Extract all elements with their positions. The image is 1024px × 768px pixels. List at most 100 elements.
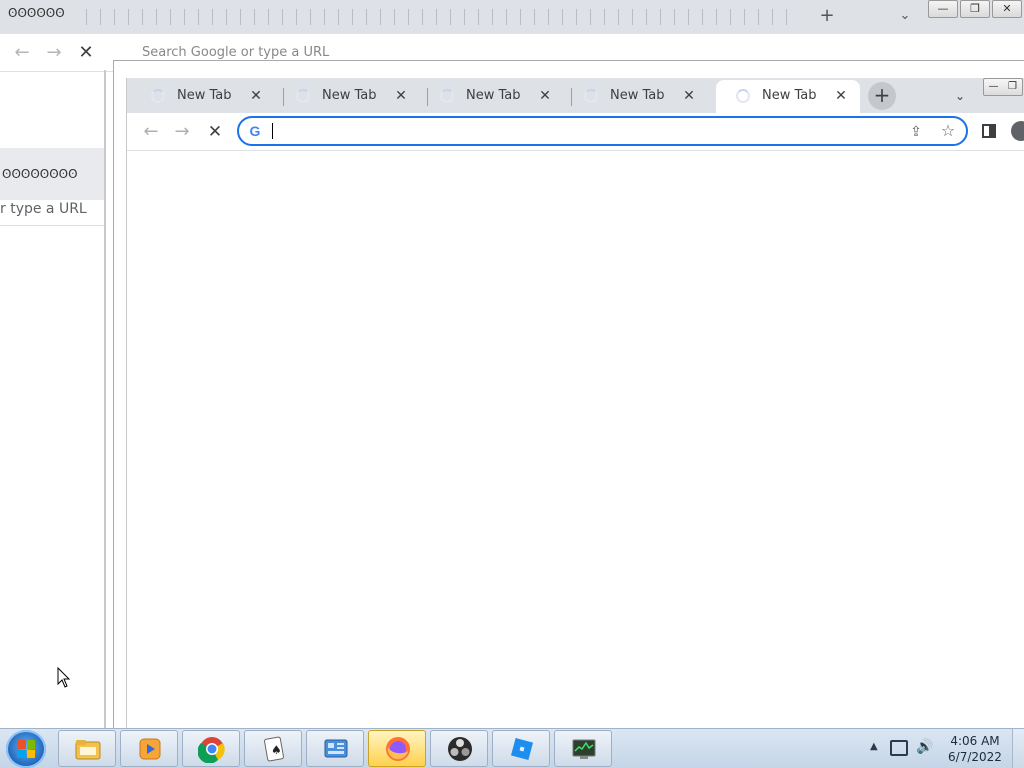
background-side-favicons[interactable]: ʘʘʘʘʘʘʘʘ (0, 148, 106, 200)
background-side-url-field[interactable]: r type a URL (0, 196, 106, 226)
tab-active[interactable]: New Tab ✕ (716, 80, 860, 113)
background-stop-button[interactable]: ✕ (74, 42, 98, 64)
taskbar-firefox[interactable] (368, 730, 426, 767)
tab-close-icon[interactable]: ✕ (832, 87, 850, 105)
new-tab-button[interactable]: + (868, 82, 896, 110)
background-maximize-button[interactable]: ❐ (960, 0, 990, 18)
stop-loading-button[interactable]: ✕ (203, 121, 227, 143)
clock[interactable]: 4:06 AM 6/7/2022 (944, 733, 1006, 765)
collapsed-tab-tick[interactable] (744, 9, 745, 25)
collapsed-tab-tick[interactable] (604, 9, 605, 25)
collapsed-tab-tick[interactable] (310, 9, 311, 25)
collapsed-tab-tick[interactable] (114, 9, 115, 25)
collapsed-tab-tick[interactable] (562, 9, 563, 25)
collapsed-tab-tick[interactable] (772, 9, 773, 25)
collapsed-tab-tick[interactable] (226, 9, 227, 25)
share-icon[interactable]: ⇪ (906, 122, 926, 142)
collapsed-tab-tick[interactable] (324, 9, 325, 25)
collapsed-tab-tick[interactable] (534, 9, 535, 25)
back-button[interactable]: ← (139, 121, 163, 143)
collapsed-tab-tick[interactable] (730, 9, 731, 25)
collapsed-tab-tick[interactable] (408, 9, 409, 25)
taskbar-task-manager[interactable] (554, 730, 612, 767)
collapsed-tab-tick[interactable] (142, 9, 143, 25)
background-minimize-button[interactable]: — (928, 0, 958, 18)
collapsed-tab-tick[interactable] (506, 9, 507, 25)
collapsed-tab-tick[interactable] (366, 9, 367, 25)
collapsed-tab-tick[interactable] (86, 9, 87, 25)
collapsed-tab-tick[interactable] (184, 9, 185, 25)
collapsed-tab-tick[interactable] (646, 9, 647, 25)
background-tab-favicons[interactable]: ʘʘʘʘʘʘ (8, 6, 65, 26)
tab-search-chevron-icon[interactable]: ⌄ (951, 87, 969, 105)
taskbar-roblox[interactable] (492, 730, 550, 767)
tab-close-icon[interactable]: ✕ (392, 87, 410, 105)
network-icon[interactable] (890, 740, 908, 756)
collapsed-tab-tick[interactable] (618, 9, 619, 25)
side-panel-icon[interactable] (980, 122, 998, 140)
volume-icon[interactable]: 🔊 (916, 739, 933, 755)
profile-avatar-icon[interactable] (1011, 121, 1024, 141)
collapsed-tab-tick[interactable] (212, 9, 213, 25)
collapsed-tab-tick[interactable] (380, 9, 381, 25)
collapsed-tab-tick[interactable] (436, 9, 437, 25)
collapsed-tab-tick[interactable] (632, 9, 633, 25)
collapsed-tab-tick[interactable] (660, 9, 661, 25)
collapsed-tab-tick[interactable] (156, 9, 157, 25)
collapsed-tab-tick[interactable] (520, 9, 521, 25)
taskbar-chrome[interactable] (182, 730, 240, 767)
collapsed-tab-tick[interactable] (688, 9, 689, 25)
start-button[interactable] (6, 730, 46, 768)
collapsed-tab-tick[interactable] (758, 9, 759, 25)
collapsed-tab-tick[interactable] (548, 9, 549, 25)
collapsed-tab-tick[interactable] (478, 9, 479, 25)
collapsed-tab-tick[interactable] (450, 9, 451, 25)
minimize-button[interactable]: — (984, 79, 1003, 95)
address-bar-input[interactable] (271, 121, 891, 141)
collapsed-tab-tick[interactable] (576, 9, 577, 25)
background-back-button[interactable]: ← (10, 42, 34, 64)
omnibox[interactable]: G ⇪ ☆ (237, 116, 968, 146)
tab[interactable]: New Tab ✕ (131, 80, 275, 113)
tab[interactable]: New Tab ✕ (564, 80, 708, 113)
collapsed-tab-tick[interactable] (492, 9, 493, 25)
collapsed-tab-tick[interactable] (296, 9, 297, 25)
collapsed-tab-tick[interactable] (198, 9, 199, 25)
bookmark-star-icon[interactable]: ☆ (938, 121, 958, 141)
forward-button[interactable]: → (170, 121, 194, 143)
collapsed-tab-tick[interactable] (170, 9, 171, 25)
collapsed-tab-tick[interactable] (394, 9, 395, 25)
collapsed-tab-tick[interactable] (590, 9, 591, 25)
collapsed-tab-tick[interactable] (268, 9, 269, 25)
collapsed-tab-tick[interactable] (674, 9, 675, 25)
collapsed-tab-tick[interactable] (282, 9, 283, 25)
show-hidden-icons-icon[interactable]: ▲ (870, 741, 878, 752)
taskbar-media-player[interactable] (120, 730, 178, 767)
background-new-tab-button[interactable]: + (816, 5, 838, 27)
taskbar-file-explorer[interactable] (58, 730, 116, 767)
tab[interactable]: New Tab ✕ (420, 80, 564, 113)
collapsed-tab-tick[interactable] (240, 9, 241, 25)
taskbar-solitaire[interactable]: ♠ (244, 730, 302, 767)
maximize-button[interactable]: ❐ (1003, 79, 1022, 95)
background-close-button[interactable]: ✕ (992, 0, 1022, 18)
collapsed-tab-tick[interactable] (422, 9, 423, 25)
background-forward-button[interactable]: → (42, 42, 66, 64)
collapsed-tab-tick[interactable] (352, 9, 353, 25)
collapsed-tab-tick[interactable] (100, 9, 101, 25)
collapsed-tab-tick[interactable] (464, 9, 465, 25)
taskbar-obs[interactable] (430, 730, 488, 767)
collapsed-tab-tick[interactable] (716, 9, 717, 25)
collapsed-tab-tick[interactable] (702, 9, 703, 25)
collapsed-tab-tick[interactable] (338, 9, 339, 25)
taskbar-control-panel[interactable] (306, 730, 364, 767)
tab-close-icon[interactable]: ✕ (680, 87, 698, 105)
background-tab-search-button[interactable]: ⌄ (896, 6, 914, 26)
collapsed-tab-tick[interactable] (254, 9, 255, 25)
tab[interactable]: New Tab ✕ (276, 80, 420, 113)
collapsed-tab-tick[interactable] (128, 9, 129, 25)
show-desktop-button[interactable] (1012, 729, 1024, 768)
tab-close-icon[interactable]: ✕ (247, 87, 265, 105)
tab-close-icon[interactable]: ✕ (536, 87, 554, 105)
collapsed-tab-tick[interactable] (786, 9, 787, 25)
